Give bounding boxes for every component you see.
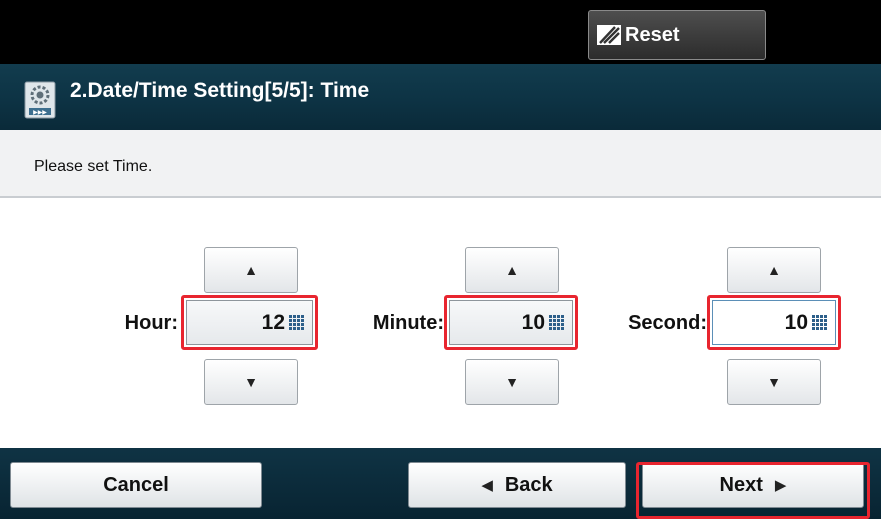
second-up-button[interactable]: ▲: [727, 247, 821, 293]
second-down-button[interactable]: ▼: [727, 359, 821, 405]
minute-label: Minute:: [372, 312, 444, 334]
hour-label: Hour:: [124, 312, 178, 334]
hour-input[interactable]: 12: [186, 300, 313, 345]
eraser-icon: [595, 22, 623, 48]
minute-up-button[interactable]: ▲: [465, 247, 559, 293]
cancel-button[interactable]: Cancel: [10, 462, 262, 508]
reset-label: Reset: [625, 23, 680, 46]
minute-down-button[interactable]: ▼: [465, 359, 559, 405]
next-button-highlight: [636, 462, 870, 519]
top-bar: Reset: [0, 0, 881, 64]
keypad-icon[interactable]: [549, 315, 564, 330]
hour-up-button[interactable]: ▲: [204, 247, 298, 293]
back-button[interactable]: ◀ Back: [408, 462, 626, 508]
instruction-text: Please set Time.: [34, 158, 153, 175]
minute-field[interactable]: 10: [444, 295, 578, 350]
minute-value: 10: [521, 310, 545, 334]
minute-input[interactable]: 10: [449, 300, 573, 345]
second-label: Second:: [628, 312, 707, 334]
hour-down-button[interactable]: ▼: [204, 359, 298, 405]
settings-gear-icon: ▶▶▶: [24, 81, 56, 119]
message-bar: Please set Time.: [0, 130, 881, 198]
second-field[interactable]: 10: [707, 295, 841, 350]
title-bar: ▶▶▶ 2.Date/Time Setting[5/5]: Time: [0, 64, 881, 130]
reset-button[interactable]: Reset: [588, 10, 766, 60]
second-input[interactable]: 10: [712, 300, 836, 345]
cancel-label: Cancel: [103, 473, 169, 496]
keypad-icon[interactable]: [289, 315, 304, 330]
svg-text:▶▶▶: ▶▶▶: [33, 109, 47, 116]
keypad-icon[interactable]: [812, 315, 827, 330]
hour-field[interactable]: 12: [181, 295, 318, 350]
page-title: 2.Date/Time Setting[5/5]: Time: [70, 79, 370, 102]
time-setting-panel: ▲ Hour: 12 ▼ ▲ Minute: 10 ▼ ▲ Second: 10…: [0, 198, 881, 448]
back-label: Back: [504, 473, 553, 496]
hour-value: 12: [261, 310, 285, 334]
back-arrow-icon: ◀: [481, 477, 493, 494]
second-value: 10: [784, 310, 808, 334]
